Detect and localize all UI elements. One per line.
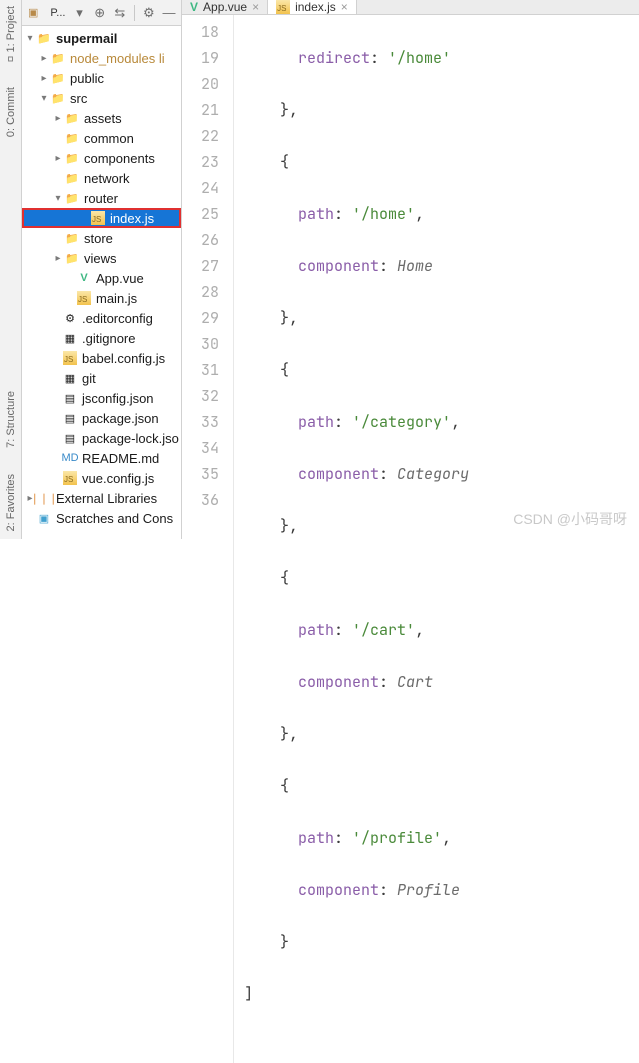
tree-views[interactable]: ▸📁views	[22, 248, 181, 268]
tree-public[interactable]: ▸📁public	[22, 68, 181, 88]
tree-src[interactable]: ▾📁src	[22, 88, 181, 108]
tree-common[interactable]: 📁common	[22, 128, 181, 148]
editor-area: VApp.vue× JSindex.js× 181920212223242526…	[182, 0, 639, 539]
project-tree: ▾📁supermail ▸📁node_modules li ▸📁public ▾…	[22, 26, 181, 539]
rail-project[interactable]: 1: Project	[5, 6, 17, 61]
tree-main-js[interactable]: JSmain.js	[22, 288, 181, 308]
line-gutter: 18192021222324252627282930313233343536	[182, 15, 234, 1063]
hide-icon[interactable]: —	[161, 4, 177, 22]
tree-external-libraries[interactable]: ▸❘❘❘External Libraries	[22, 488, 181, 508]
tool-window-rail: 1: Project 0: Commit 7: Structure 2: Fav…	[0, 0, 22, 539]
tree-readme[interactable]: MDREADME.md	[22, 448, 181, 468]
tree-babel[interactable]: JSbabel.config.js	[22, 348, 181, 368]
locate-icon[interactable]: ⊕	[92, 4, 108, 22]
close-icon[interactable]: ×	[341, 0, 348, 14]
gear-icon[interactable]: ⚙	[141, 4, 157, 22]
tree-assets[interactable]: ▸📁assets	[22, 108, 181, 128]
tree-scratches[interactable]: ▣Scratches and Cons	[22, 508, 181, 528]
tab-index-js[interactable]: JSindex.js×	[268, 0, 357, 14]
tree-components[interactable]: ▸📁components	[22, 148, 181, 168]
tree-gitignore[interactable]: ▦.gitignore	[22, 328, 181, 348]
tree-editorconfig[interactable]: ⚙.editorconfig	[22, 308, 181, 328]
expand-icon[interactable]: ⇆	[112, 4, 128, 22]
tree-index-js[interactable]: JSindex.js	[22, 208, 181, 228]
tree-package[interactable]: ▤package.json	[22, 408, 181, 428]
tree-package-lock[interactable]: ▤package-lock.jso	[22, 428, 181, 448]
tree-root[interactable]: ▾📁supermail	[22, 28, 181, 48]
rail-structure[interactable]: 7: Structure	[5, 391, 17, 448]
editor-body[interactable]: 18192021222324252627282930313233343536 r…	[182, 15, 639, 1063]
tab-app-vue[interactable]: VApp.vue×	[182, 0, 268, 14]
tree-app-vue[interactable]: VApp.vue	[22, 268, 181, 288]
tree-git[interactable]: ▦git	[22, 368, 181, 388]
tree-network[interactable]: 📁network	[22, 168, 181, 188]
tree-node-modules[interactable]: ▸📁node_modules li	[22, 48, 181, 68]
sidebar-toolbar: ▣ P... ▾ ⊕ ⇆ ⚙ —	[22, 0, 181, 26]
editor-tabs: VApp.vue× JSindex.js×	[182, 0, 639, 15]
filter-icon[interactable]: ▾	[71, 4, 87, 22]
tree-router[interactable]: ▾📁router	[22, 188, 181, 208]
code-content[interactable]: redirect: '/home' }, { path: '/home', co…	[234, 15, 639, 1063]
tree-store[interactable]: 📁store	[22, 228, 181, 248]
tree-vueconfig[interactable]: JSvue.config.js	[22, 468, 181, 488]
sidebar-dropdown[interactable]: P...	[48, 7, 67, 19]
rail-favorites[interactable]: 2: Favorites	[5, 474, 17, 531]
project-sidebar: ▣ P... ▾ ⊕ ⇆ ⚙ — ▾📁supermail ▸📁node_modu…	[22, 0, 182, 539]
tree-jsconfig[interactable]: ▤jsconfig.json	[22, 388, 181, 408]
rail-commit[interactable]: 0: Commit	[5, 87, 17, 137]
close-icon[interactable]: ×	[252, 0, 259, 14]
project-icon: ▣	[26, 5, 40, 21]
